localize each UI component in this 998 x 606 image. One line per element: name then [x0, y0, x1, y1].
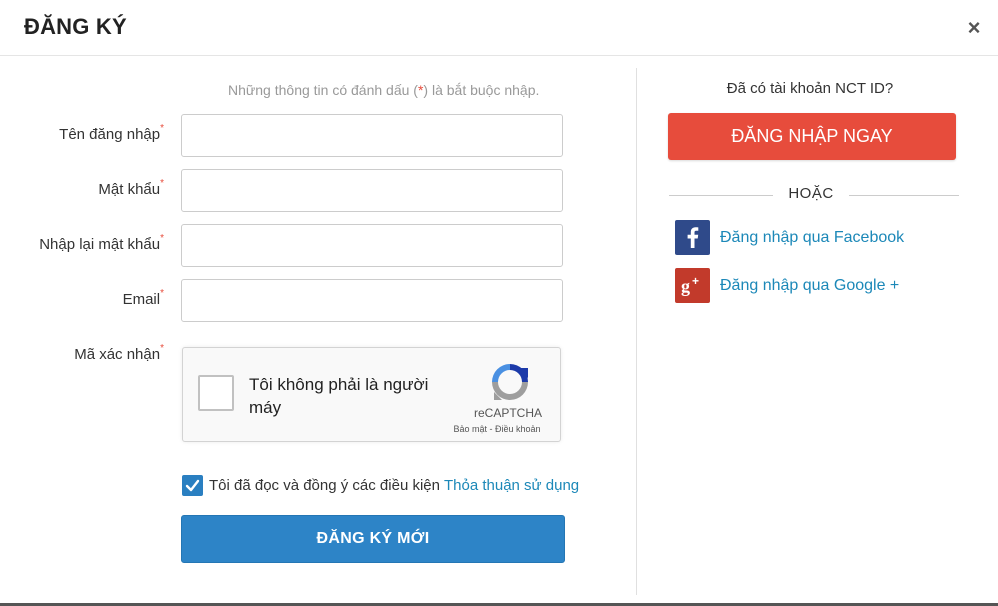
recaptcha-checkbox[interactable]	[198, 375, 234, 411]
agreement-text: Tôi đã đọc và đồng ý các điều kiện	[209, 476, 440, 494]
password-label-text: Mật khẩu	[98, 181, 161, 198]
agreement-checkbox[interactable]	[182, 474, 203, 496]
password-input[interactable]	[181, 169, 563, 212]
google-login-link[interactable]: g + Đăng nhập qua Google +	[675, 268, 899, 303]
recaptcha-checkbox-label: Tôi không phải là người máy	[249, 375, 429, 417]
required-marker: *	[160, 343, 164, 354]
modal-header: ĐĂNG KÝ ×	[0, 0, 998, 56]
required-note-before: Những thông tin có đánh dấu (	[228, 82, 418, 98]
required-marker: *	[160, 288, 164, 299]
captcha-label: Mã xác nhận*	[0, 343, 164, 363]
facebook-login-link[interactable]: Đăng nhập qua Facebook	[675, 220, 904, 255]
email-input[interactable]	[181, 279, 563, 322]
facebook-login-text: Đăng nhập qua Facebook	[720, 228, 905, 246]
confirm-password-input[interactable]	[181, 224, 563, 267]
or-divider-left	[669, 195, 773, 196]
agreement-row: Tôi đã đọc và đồng ý các điều kiện Thỏa …	[182, 474, 579, 496]
recaptcha-links[interactable]: Bảo mật - Điều khoản	[445, 424, 549, 434]
register-button[interactable]: ĐĂNG KÝ MỚI	[181, 515, 565, 563]
recaptcha-logo-icon	[492, 364, 528, 400]
required-marker: *	[160, 178, 164, 189]
check-icon	[185, 479, 200, 491]
column-divider	[636, 68, 637, 595]
captcha-label-text: Mã xác nhận	[74, 346, 161, 363]
username-label: Tên đăng nhập*	[0, 123, 164, 143]
svg-text:g: g	[681, 276, 690, 296]
username-input[interactable]	[181, 114, 563, 157]
email-label-text: Email	[122, 291, 161, 308]
terms-link[interactable]: Thỏa thuận sử dụng	[444, 477, 579, 494]
login-now-button[interactable]: ĐĂNG NHẬP NGAY	[668, 113, 956, 160]
required-marker: *	[160, 123, 164, 134]
required-marker: *	[160, 233, 164, 244]
required-note-after: ) là bắt buộc nhập.	[423, 82, 540, 98]
modal-title: ĐĂNG KÝ	[24, 14, 127, 39]
recaptcha-brand: reCAPTCHA	[473, 406, 542, 420]
close-icon[interactable]: ×	[964, 16, 984, 40]
google-plus-icon: g +	[675, 268, 710, 303]
password-label: Mật khẩu*	[0, 178, 164, 198]
recaptcha-widget: Tôi không phải là người máy reCAPTCHA Bả…	[182, 347, 561, 442]
or-label: HOẶC	[788, 185, 834, 202]
confirm-password-label: Nhập lại mật khẩu*	[0, 233, 164, 253]
google-login-text: Đăng nhập qua Google +	[720, 276, 900, 294]
has-account-prompt: Đã có tài khoản NCT ID?	[726, 80, 894, 97]
svg-text:+: +	[692, 274, 699, 288]
confirm-password-label-text: Nhập lại mật khẩu	[39, 236, 161, 253]
username-label-text: Tên đăng nhập	[59, 126, 161, 143]
email-label: Email*	[0, 288, 164, 308]
or-divider-right	[849, 195, 959, 196]
required-note: Những thông tin có đánh dấu (*) là bắt b…	[228, 82, 539, 98]
facebook-icon	[675, 220, 710, 255]
